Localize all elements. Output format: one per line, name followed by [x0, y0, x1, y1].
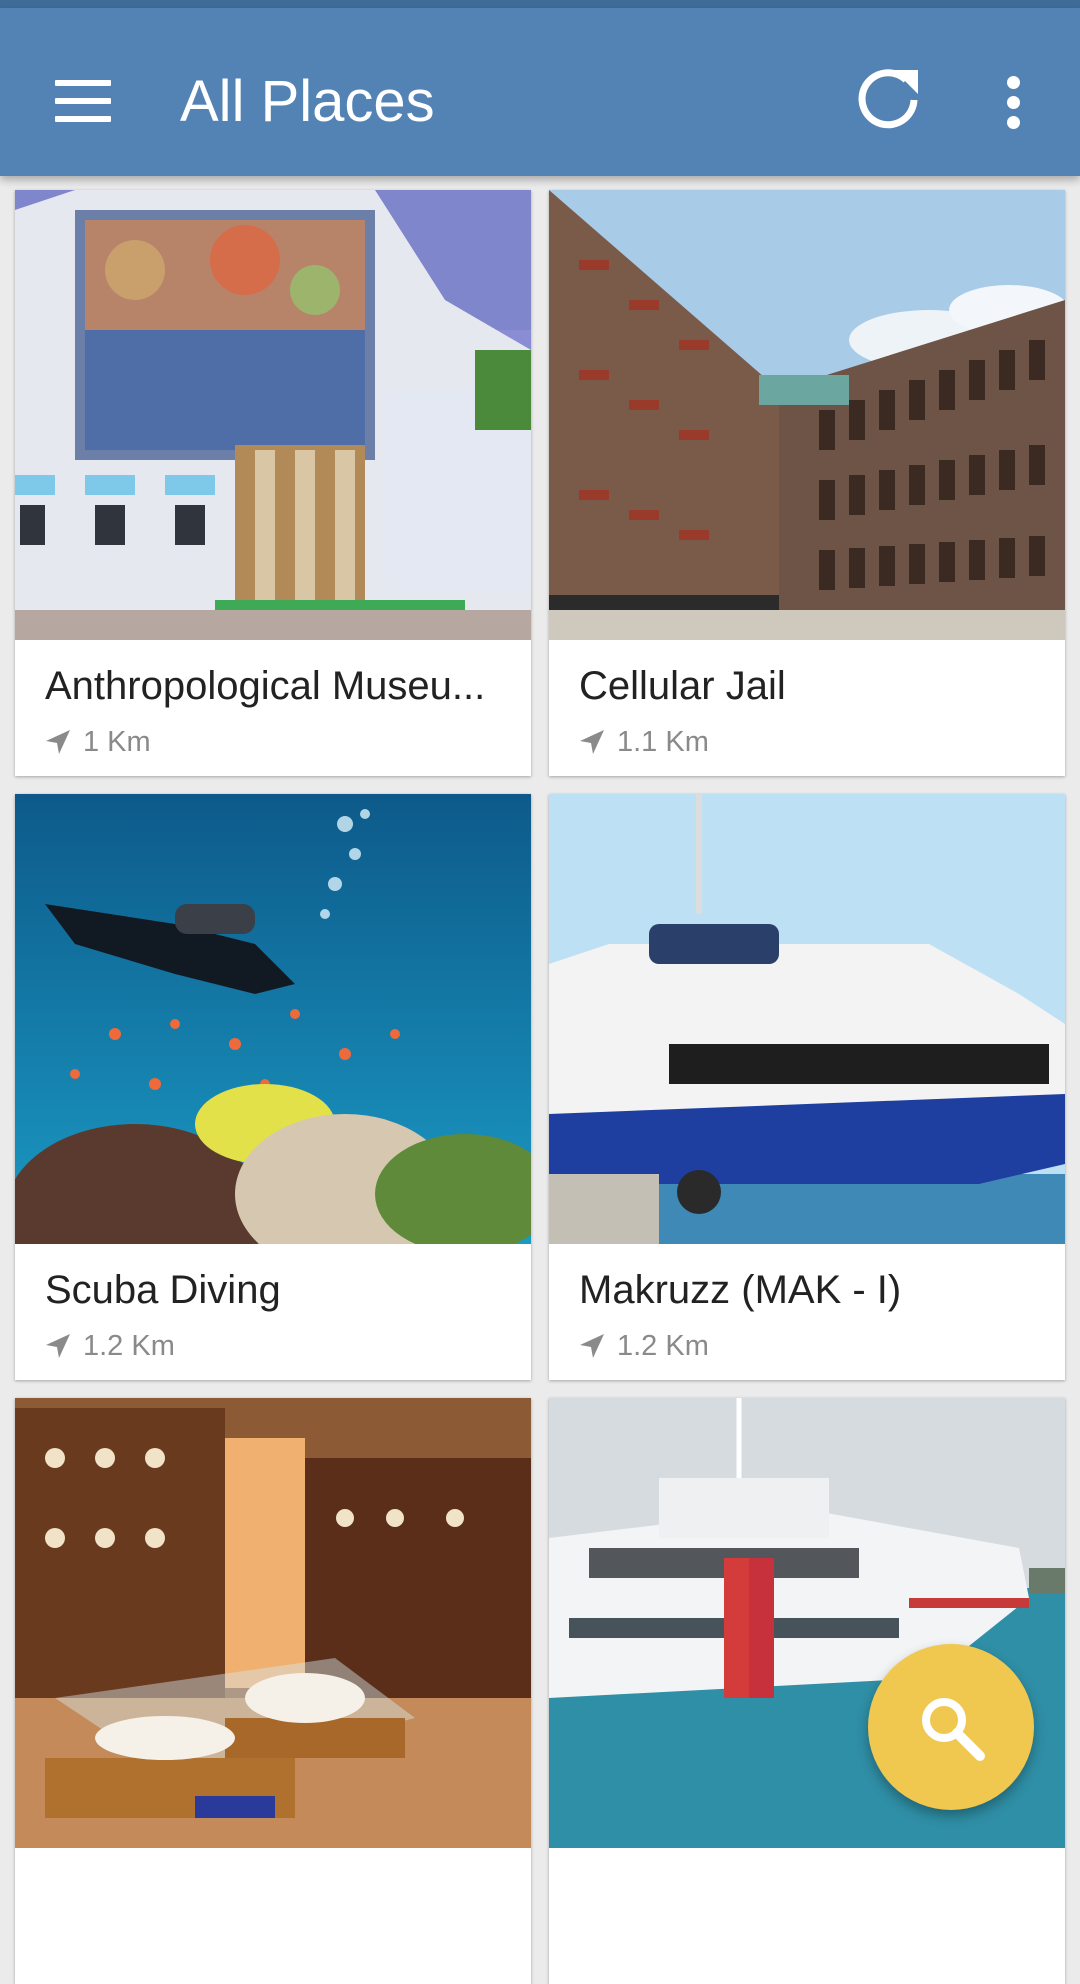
place-name: Scuba Diving	[45, 1268, 281, 1312]
place-card-anthropological-museum[interactable]: Anthropological Museu... 1 Km	[15, 190, 531, 776]
refresh-icon[interactable]	[848, 58, 928, 138]
distance-value: 1.1 Km	[617, 725, 709, 758]
navigation-arrow-icon	[46, 1334, 70, 1358]
navigation-arrow-icon	[580, 730, 604, 754]
underwater-diver-photo	[15, 794, 531, 1244]
place-distance: 1.2 Km	[45, 1328, 175, 1364]
distance-value: 1.2 Km	[617, 1329, 709, 1362]
distance-value: 1 Km	[83, 725, 151, 758]
distance-value: 1.2 Km	[83, 1329, 175, 1362]
page-title: All Places	[180, 69, 435, 134]
place-card-5[interactable]	[15, 1398, 531, 1984]
jail-building-photo	[549, 190, 1065, 640]
catamaran-ferry-photo	[549, 794, 1065, 1244]
place-card-makruzz[interactable]: Makruzz (MAK - I) 1.2 Km	[549, 794, 1065, 1380]
navigation-arrow-icon	[580, 1334, 604, 1358]
search-icon	[922, 1698, 985, 1761]
place-card-scuba-diving[interactable]: Scuba Diving 1.2 Km	[15, 794, 531, 1380]
hamburger-menu-icon[interactable]	[40, 58, 128, 146]
place-name: Makruzz (MAK - I)	[579, 1268, 902, 1312]
status-bar	[0, 0, 1080, 8]
place-distance: 1 Km	[45, 724, 151, 760]
search-fab-button[interactable]	[868, 1644, 1034, 1810]
place-name: Anthropological Museu...	[45, 664, 486, 708]
shell-museum-interior-photo	[15, 1398, 531, 1848]
place-card-cellular-jail[interactable]: Cellular Jail 1.1 Km	[549, 190, 1065, 776]
more-vert-icon[interactable]	[980, 58, 1048, 146]
place-name: Cellular Jail	[579, 664, 786, 708]
app-bar: All Places	[0, 8, 1080, 176]
navigation-arrow-icon	[46, 730, 70, 754]
museum-building-photo	[15, 190, 531, 640]
place-distance: 1.1 Km	[579, 724, 709, 760]
place-distance: 1.2 Km	[579, 1328, 709, 1364]
